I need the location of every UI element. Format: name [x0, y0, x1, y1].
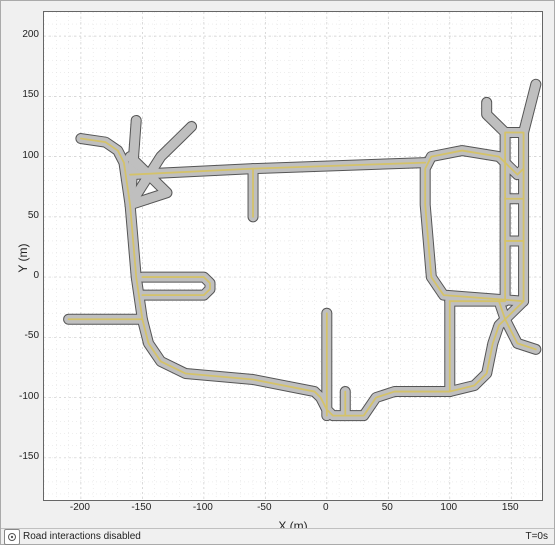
- y-tick: 200: [11, 29, 39, 40]
- y-tick: 150: [11, 89, 39, 100]
- x-tick: -200: [66, 502, 94, 513]
- x-tick: 150: [496, 502, 524, 513]
- y-tick: 100: [11, 150, 39, 161]
- x-tick: 0: [312, 502, 340, 513]
- x-tick: -50: [250, 502, 278, 513]
- sim-time: T=0s: [525, 531, 548, 542]
- y-tick: 50: [11, 210, 39, 221]
- x-tick: -100: [189, 502, 217, 513]
- y-tick: -100: [11, 391, 39, 402]
- figure-window: -200-150-100-50050100150 -150-100-500501…: [0, 0, 555, 545]
- status-bar: Road interactions disabled T=0s: [1, 528, 554, 544]
- road-plot: [44, 12, 542, 500]
- y-tick: -150: [11, 451, 39, 462]
- x-tick: 50: [373, 502, 401, 513]
- x-tick: -150: [127, 502, 155, 513]
- x-tick: 100: [435, 502, 463, 513]
- y-axis-label: Y (m): [16, 238, 30, 278]
- y-tick: -50: [11, 330, 39, 341]
- status-text: Road interactions disabled: [23, 531, 141, 542]
- gear-icon[interactable]: [4, 529, 20, 545]
- axes[interactable]: [43, 11, 543, 501]
